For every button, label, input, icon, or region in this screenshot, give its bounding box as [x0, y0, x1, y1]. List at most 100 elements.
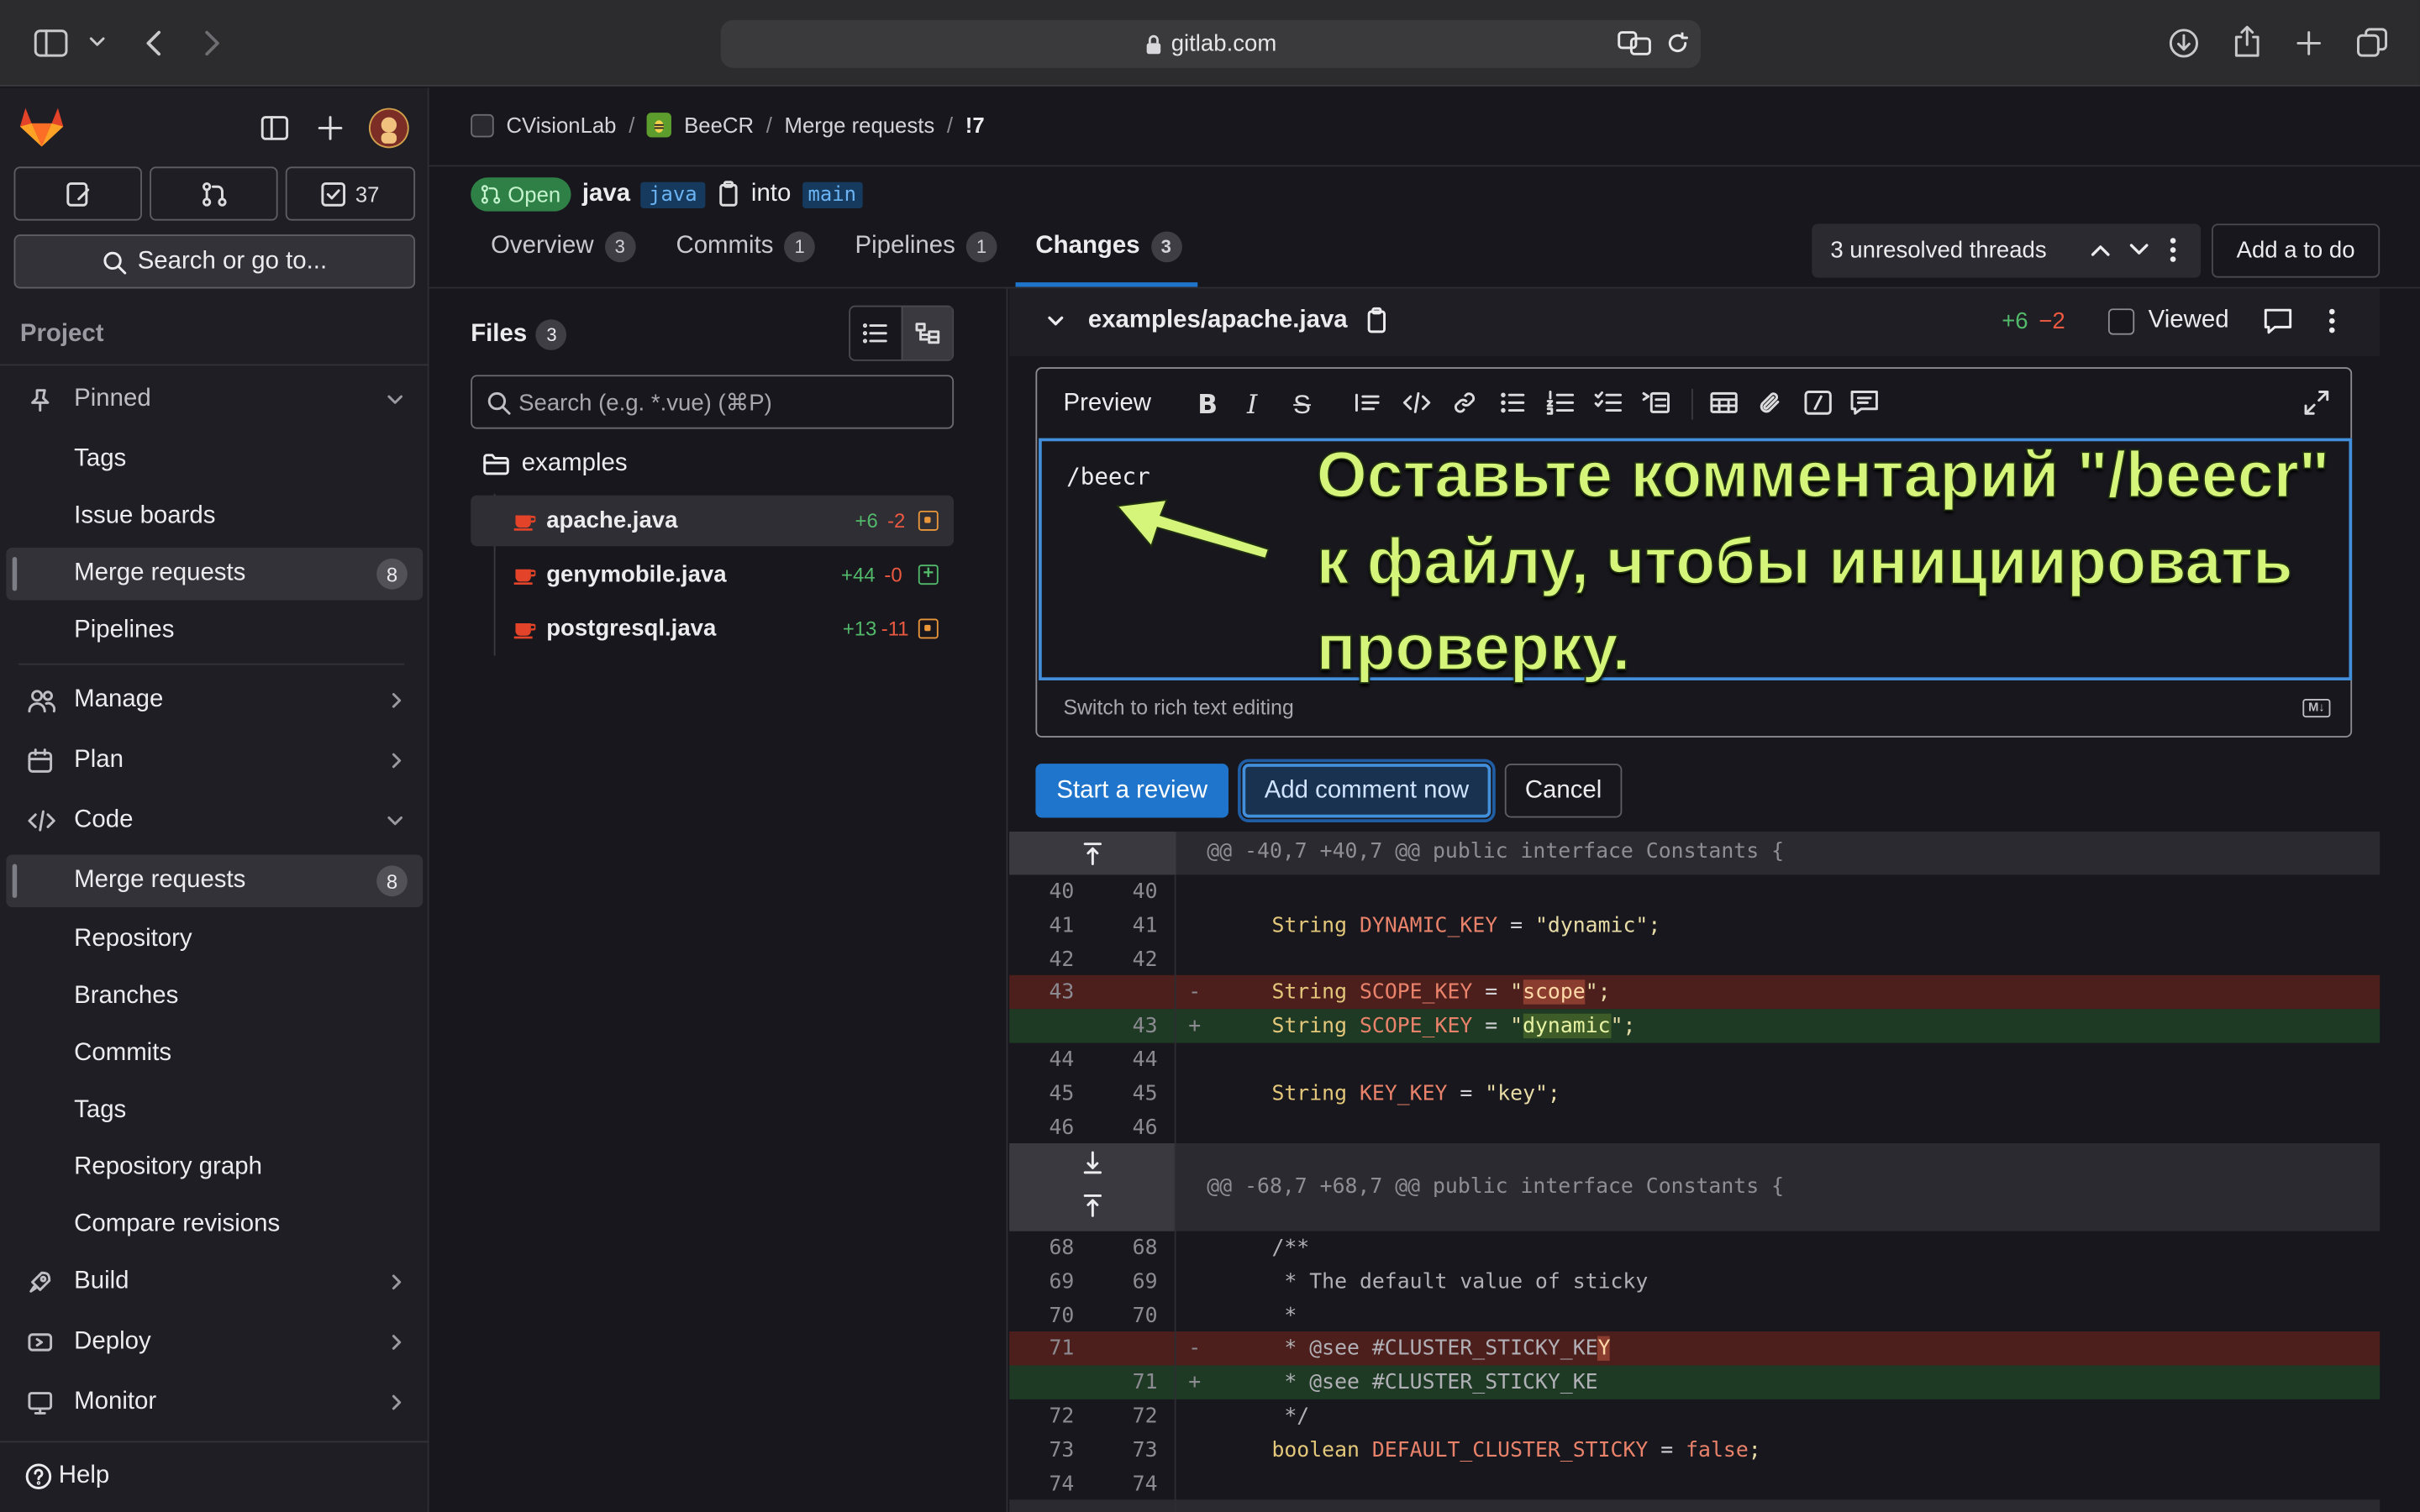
breadcrumb-item[interactable]: !7 — [965, 113, 985, 137]
file-item[interactable]: genymobile.java +44 -0 + — [471, 549, 954, 601]
target-branch[interactable]: main — [802, 181, 863, 208]
sidebar-item-issue-boards[interactable]: Issue boards — [6, 491, 423, 543]
chevron-down-icon[interactable] — [2128, 239, 2150, 261]
list-view-icon[interactable] — [850, 307, 902, 360]
old-line-number[interactable]: 46 — [1013, 1115, 1074, 1139]
more-vertical-icon[interactable] — [2328, 307, 2337, 335]
new-line-number[interactable]: 45 — [1096, 1081, 1158, 1105]
new-tab-icon[interactable] — [2295, 29, 2323, 57]
address-bar[interactable]: gitlab.com — [720, 19, 1702, 68]
old-line-number[interactable]: 71 — [1013, 1336, 1074, 1361]
old-line-number[interactable]: 70 — [1013, 1303, 1074, 1327]
file-item[interactable]: apache.java +6 -2 — [471, 495, 955, 547]
tab-commits[interactable]: Commits 1 — [676, 231, 815, 263]
new-line-number[interactable]: 42 — [1096, 947, 1158, 971]
breadcrumb-item[interactable]: CVisionLab — [506, 113, 616, 137]
copy-icon[interactable] — [716, 181, 740, 208]
new-line-number[interactable]: 72 — [1096, 1404, 1158, 1428]
sidebar-item-compare-revisions[interactable]: Compare revisions — [6, 1199, 423, 1251]
bullet-list-icon[interactable] — [1500, 391, 1525, 415]
expand-up-icon[interactable] — [1083, 1193, 1102, 1217]
new-line-number[interactable]: 41 — [1096, 913, 1158, 937]
sidebar-item-code[interactable]: Code — [6, 795, 423, 847]
folder-item[interactable]: examples — [483, 450, 628, 478]
fullscreen-icon[interactable] — [2304, 391, 2329, 415]
add-comment-now-button[interactable]: Add comment now — [1242, 764, 1491, 818]
new-line-number[interactable]: 68 — [1096, 1236, 1158, 1260]
comment-icon[interactable] — [2263, 307, 2294, 335]
sidebar-item-monitor[interactable]: Monitor — [6, 1376, 423, 1428]
tab-pipelines[interactable]: Pipelines 1 — [855, 231, 997, 263]
new-line-number[interactable]: 71 — [1096, 1370, 1158, 1394]
strikethrough-icon[interactable]: S — [1293, 391, 1311, 422]
new-line-number[interactable]: 44 — [1096, 1047, 1158, 1072]
sidebar-item-repository-graph[interactable]: Repository graph — [6, 1142, 423, 1194]
sidebar-item-merge-requests[interactable]: Merge requests 8 — [6, 548, 424, 601]
sidebar-item-tags-code[interactable]: Tags — [6, 1084, 423, 1137]
todos-button[interactable]: 37 — [285, 166, 416, 221]
merge-requests-button[interactable] — [150, 166, 278, 221]
chevron-down-icon[interactable] — [88, 34, 107, 49]
sidebar-item-commits[interactable]: Commits — [6, 1027, 423, 1079]
add-todo-button[interactable]: Add a to do — [2211, 223, 2381, 278]
sidebar-item-manage[interactable]: Manage — [6, 675, 423, 727]
old-line-number[interactable]: 43 — [1013, 980, 1074, 1005]
download-icon[interactable] — [2169, 28, 2200, 59]
pinned-toggle[interactable]: Pinned — [6, 373, 423, 425]
old-line-number[interactable]: 73 — [1013, 1437, 1074, 1462]
expand-up-icon[interactable] — [1009, 831, 1176, 875]
expand-down-icon[interactable] — [1083, 1151, 1102, 1175]
quote-icon[interactable] — [1354, 391, 1381, 415]
sidebar-item-code-merge-requests[interactable]: Merge requests 8 — [6, 854, 424, 907]
sidebar-item-pipelines[interactable]: Pipelines — [6, 605, 423, 657]
translate-icon[interactable] — [1618, 31, 1651, 55]
collapsible-icon[interactable] — [1642, 391, 1670, 415]
sidebar-item-build[interactable]: Build — [6, 1256, 423, 1308]
help-button[interactable]: Help — [24, 1462, 109, 1490]
cancel-button[interactable]: Cancel — [1504, 764, 1623, 818]
search-or-go-button[interactable]: Search or go to... — [13, 234, 416, 289]
breadcrumb-item[interactable]: BeeCR — [684, 113, 754, 137]
old-line-number[interactable]: 74 — [1013, 1471, 1074, 1495]
italic-icon[interactable]: I — [1247, 391, 1257, 422]
task-list-icon[interactable] — [1594, 391, 1623, 415]
sidebar-item-plan[interactable]: Plan — [6, 734, 423, 786]
new-line-number[interactable]: 43 — [1096, 1014, 1158, 1038]
link-icon[interactable] — [1452, 391, 1476, 415]
file-search-input[interactable]: Search (e.g. *.vue) (⌘P) — [471, 375, 955, 429]
comment-template-icon[interactable] — [1850, 391, 1878, 415]
create-new-icon[interactable] — [317, 114, 345, 142]
new-line-number[interactable]: 73 — [1096, 1437, 1158, 1462]
start-review-button[interactable]: Start a review — [1035, 764, 1229, 818]
new-line-number[interactable]: 74 — [1096, 1471, 1158, 1495]
old-line-number[interactable]: 40 — [1013, 879, 1074, 904]
old-line-number[interactable]: 42 — [1013, 947, 1074, 971]
old-line-number[interactable]: 69 — [1013, 1269, 1074, 1294]
chevron-up-icon[interactable] — [2090, 239, 2112, 261]
sidebar-item-deploy[interactable]: Deploy — [6, 1316, 423, 1368]
tab-changes[interactable]: Changes 3 — [1035, 231, 1182, 263]
table-icon[interactable] — [1710, 391, 1738, 415]
old-line-number[interactable]: 45 — [1013, 1081, 1074, 1105]
attach-icon[interactable] — [1758, 391, 1782, 415]
share-icon[interactable] — [2233, 24, 2261, 58]
collapse-sidebar-icon[interactable] — [260, 116, 289, 140]
slash-command-icon[interactable] — [1804, 391, 1832, 415]
old-line-number[interactable]: 72 — [1013, 1404, 1074, 1428]
chevron-down-icon[interactable] — [1046, 313, 1065, 328]
sidebar-item-branches[interactable]: Branches — [6, 970, 423, 1022]
new-line-number[interactable]: 46 — [1096, 1115, 1158, 1139]
forward-icon[interactable] — [203, 28, 224, 59]
numbered-list-icon[interactable] — [1546, 391, 1575, 415]
new-line-number[interactable]: 70 — [1096, 1303, 1158, 1327]
tabs-overview-icon[interactable] — [2357, 28, 2388, 59]
sidebar-toggle-icon[interactable] — [34, 28, 68, 59]
preview-tab[interactable]: Preview — [1063, 391, 1151, 418]
copy-icon[interactable] — [1365, 307, 1389, 335]
gitlab-logo-icon[interactable] — [18, 105, 65, 148]
breadcrumb-item[interactable]: Merge requests — [785, 113, 935, 137]
tree-view-icon[interactable] — [901, 307, 953, 360]
back-icon[interactable] — [142, 28, 164, 59]
old-line-number[interactable]: 41 — [1013, 913, 1074, 937]
more-vertical-icon[interactable] — [2169, 236, 2178, 264]
